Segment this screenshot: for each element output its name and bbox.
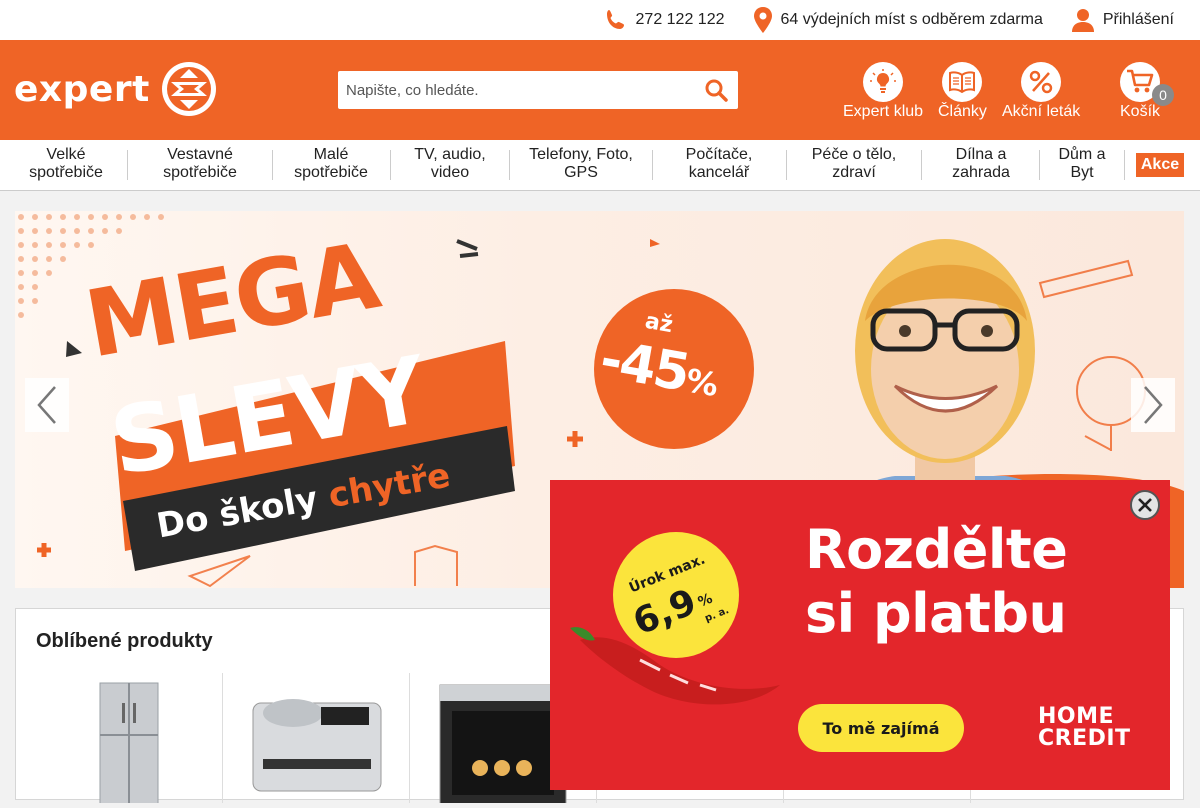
pickup-points-text: 64 výdejních míst s odběrem zdarma [780, 11, 1043, 28]
header: expert Expert klub Články Akční leták [0, 40, 1200, 140]
login-link[interactable]: Přihlášení [1071, 8, 1174, 32]
cart-count-badge: 0 [1152, 84, 1174, 106]
phone-icon [606, 10, 624, 29]
nav-divider [272, 150, 273, 180]
nav-divider [786, 150, 787, 180]
nav-item-tv-audio-video[interactable]: TV, audio, video [402, 146, 498, 186]
home-credit-logo: HOME CREDIT [1038, 704, 1131, 751]
badge-prefix: až [643, 308, 675, 339]
phone-link[interactable]: 272 122 122 [604, 8, 725, 32]
banner-prev-button[interactable] [25, 378, 69, 432]
nav-divider [390, 150, 391, 180]
pickup-points-link[interactable]: 64 výdejních míst s odběrem zdarma [753, 7, 1043, 33]
category-nav: Velké spotřebiče Vestavné spotřebiče Malé s… [0, 140, 1200, 191]
nav-item-pece-o-telo-zdravi[interactable]: Péče o tělo, zdraví [798, 146, 910, 186]
product-card-ice-cream-maker[interactable] [223, 673, 410, 803]
nav-item-akce[interactable]: Akce [1136, 153, 1184, 177]
user-icon [1071, 9, 1094, 32]
clanky-label: Články [938, 103, 987, 120]
popup-title-line2: si platbu [805, 582, 1067, 645]
search-icon [705, 79, 728, 102]
home-credit-popup[interactable]: Úrok max. 6,9 % p. a. Rozdělte si platbu … [550, 480, 1170, 790]
nav-item-dum-a-byt[interactable]: Dům a Byt [1048, 146, 1116, 186]
chevron-right-icon [1144, 386, 1163, 424]
fridge-image [99, 682, 159, 808]
nav-item-velke-spotrebice[interactable]: Velké spotřebiče [18, 146, 114, 186]
product-card-fridge[interactable] [36, 673, 223, 808]
interest-rate-badge: Úrok max. 6,9 % p. a. [613, 532, 739, 658]
expert-klub-label: Expert klub [843, 103, 924, 120]
top-bar: 272 122 122 64 výdejních míst s odběrem … [0, 0, 1200, 40]
favorites-title: Oblíbené produkty [36, 630, 213, 652]
logo-emblem-icon [161, 62, 216, 116]
nav-item-dilna-a-zahrada[interactable]: Dílna a zahrada [936, 146, 1026, 186]
logo-text: expert [14, 68, 150, 110]
logo[interactable]: expert [14, 60, 218, 118]
akcni-letak-link[interactable]: Akční leták [1002, 62, 1080, 121]
popup-title: Rozdělte si platbu [805, 518, 1068, 646]
search-input[interactable] [338, 71, 688, 109]
nav-divider [509, 150, 510, 180]
nav-item-pocitace-kancelar[interactable]: Počítače, kancelář [668, 146, 770, 186]
akcni-letak-label: Akční leták [1002, 103, 1081, 120]
clanky-link[interactable]: Články [938, 62, 987, 121]
nav-item-male-spotrebice[interactable]: Malé spotřebiče [285, 146, 377, 186]
banner-next-button[interactable] [1131, 378, 1175, 432]
popup-close-button[interactable] [1130, 490, 1160, 520]
login-label: Přihlášení [1102, 11, 1174, 28]
search-button[interactable] [704, 78, 728, 107]
nav-divider [652, 150, 653, 180]
nav-divider [1039, 150, 1040, 180]
ice-cream-maker-image [252, 699, 382, 792]
expert-klub-link[interactable]: Expert klub [843, 62, 923, 121]
cart-link[interactable]: 0 Košík [1120, 62, 1174, 121]
percent-icon [1021, 62, 1062, 102]
search-box [338, 71, 738, 109]
nav-divider [127, 150, 128, 180]
chevron-left-icon [37, 386, 56, 424]
interest-cta-button[interactable]: To mě zajímá [798, 704, 964, 752]
location-pin-icon [753, 7, 772, 33]
book-icon [942, 62, 983, 102]
bulb-icon [863, 62, 904, 102]
popup-title-line1: Rozdělte [805, 518, 1068, 581]
nav-item-telefony-foto-gps[interactable]: Telefony, Foto, GPS [520, 146, 642, 186]
nav-divider [1124, 150, 1125, 180]
nav-item-vestavne-spotrebice[interactable]: Vestavné spotřebiče [145, 146, 255, 186]
phone-number: 272 122 122 [635, 11, 725, 28]
nav-divider [921, 150, 922, 180]
cart-label: Košík [1120, 103, 1161, 120]
close-icon [1138, 498, 1152, 512]
